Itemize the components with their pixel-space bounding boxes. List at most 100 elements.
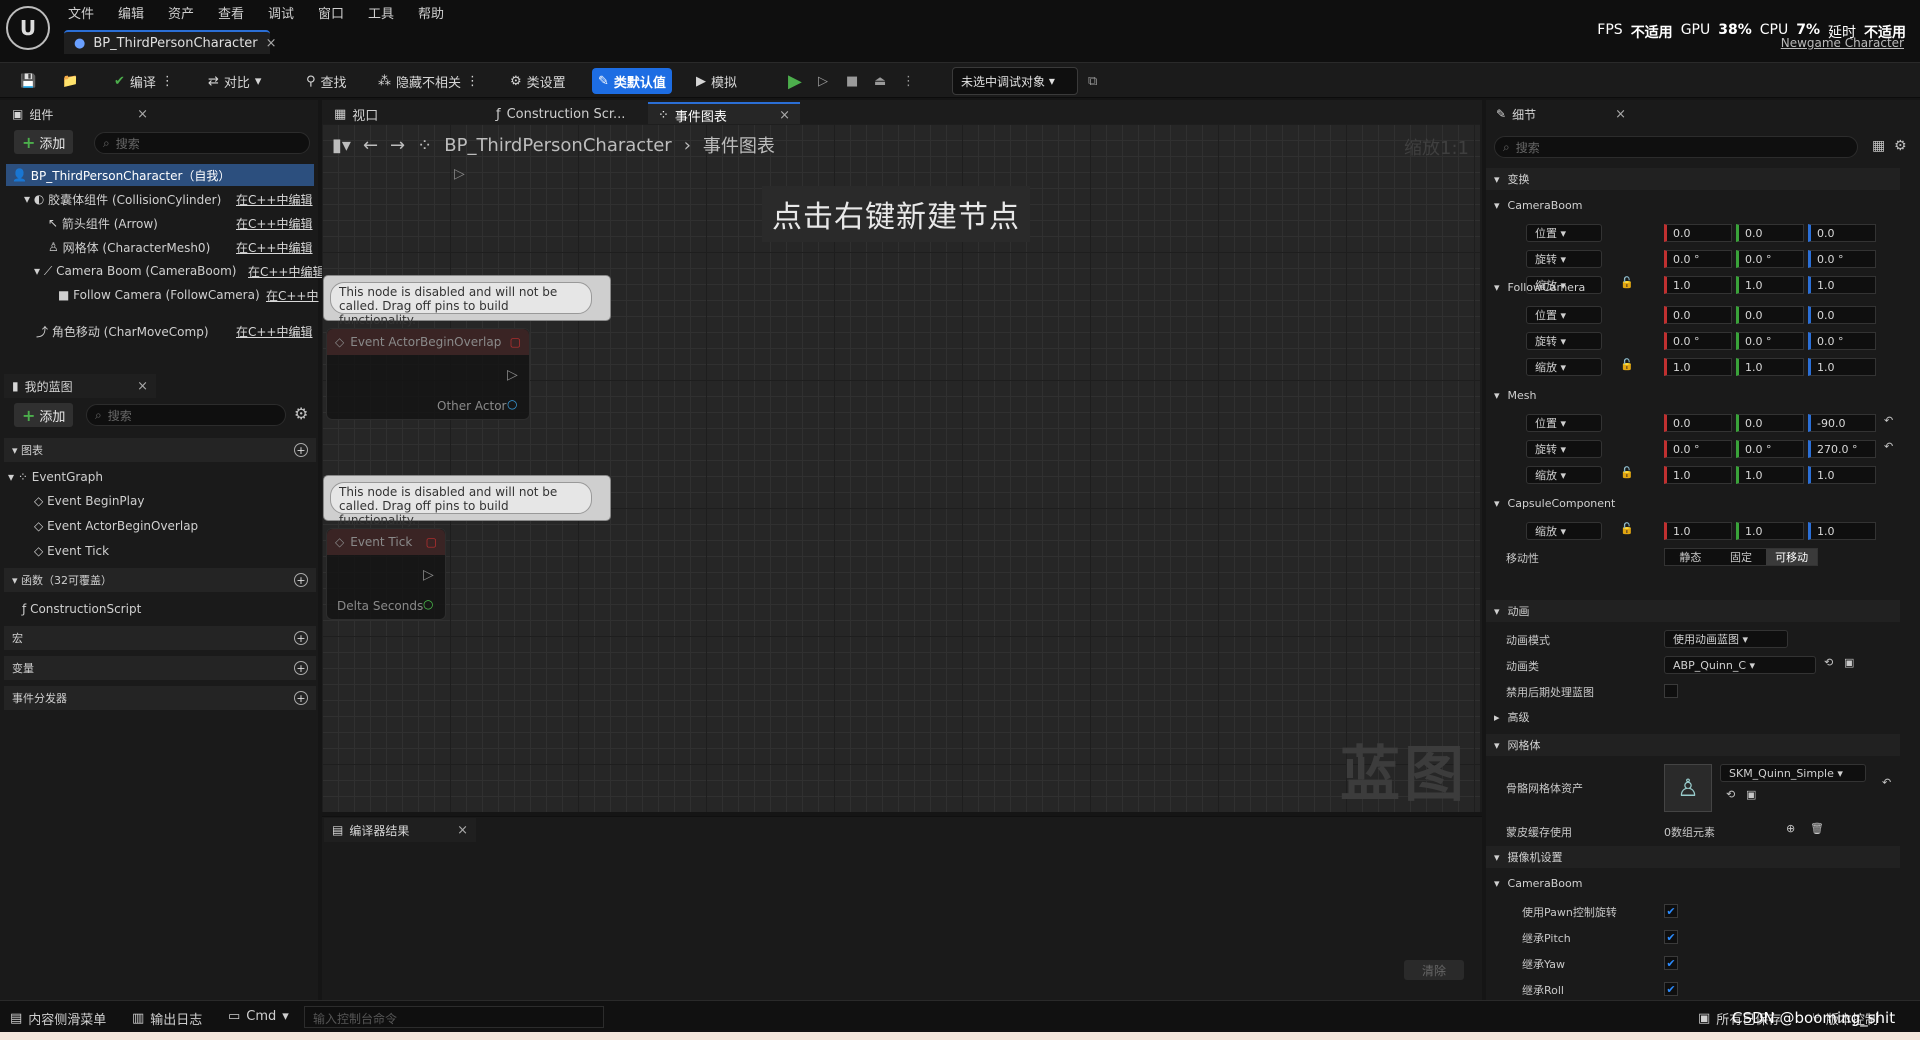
compile-button[interactable]: ✔ 编译 ⋮ (108, 68, 180, 94)
browse-icon[interactable]: 📁 (56, 68, 84, 94)
y-field[interactable]: 0.0 ° (1736, 250, 1804, 268)
lock-icon[interactable]: 🔓 (1620, 358, 1634, 371)
x-field[interactable]: 0.0 (1664, 414, 1732, 432)
tree-item-charmove[interactable]: ⤴ 角色移动 (CharMoveComp) 在C++中编辑 (6, 320, 314, 342)
breadcrumb-graph[interactable]: 事件图表 (703, 132, 775, 158)
mobility-movable[interactable]: 可移动 (1766, 549, 1818, 565)
play-icon[interactable]: ▶ (782, 68, 808, 94)
simulate-button[interactable]: ▶ 模拟 (690, 68, 743, 94)
exec-pin-icon[interactable]: ▷ (454, 166, 465, 182)
z-field[interactable]: 0.0 ° (1808, 332, 1876, 350)
unreal-logo-icon[interactable]: U (6, 6, 50, 50)
parent-class-link[interactable]: Newgame Character (1781, 36, 1904, 50)
my-blueprint-search-input[interactable]: ⌕ 搜索 (86, 404, 286, 426)
exec-pin-icon[interactable]: ▷ (423, 567, 434, 583)
delegate-pin-icon[interactable]: ▢ (510, 335, 521, 349)
loc-mode-dropdown[interactable]: 位置 ▾ (1526, 414, 1602, 432)
node-event-actor-begin-overlap[interactable]: ◇ Event ActorBeginOverlap ▢ ▷ Other Actor … (326, 328, 530, 420)
x-field[interactable]: 1.0 (1664, 358, 1732, 376)
scale-mode-dropdown[interactable]: 缩放 ▾ (1526, 358, 1602, 376)
section-dispatchers[interactable]: 事件分发器 + (4, 686, 316, 710)
loc-mode-dropdown[interactable]: 位置 ▾ (1526, 224, 1602, 242)
y-field[interactable]: 0.0 (1736, 224, 1804, 242)
edit-in-cpp-link[interactable]: 在C++中编辑 (236, 191, 313, 208)
use-selected-icon[interactable]: ⟲ (1824, 656, 1833, 669)
y-field[interactable]: 0.0 ° (1736, 440, 1804, 458)
gear-icon[interactable]: ⚙ (294, 404, 308, 423)
add-circle-icon[interactable]: + (294, 443, 308, 457)
x-field[interactable]: 0.0 (1664, 306, 1732, 324)
menu-assets[interactable]: 资产 (168, 3, 194, 22)
object-pin-icon[interactable]: ○ (507, 397, 517, 411)
forward-arrow-icon[interactable]: → (390, 135, 405, 156)
z-field[interactable]: 270.0 ° (1808, 440, 1876, 458)
details-search-input[interactable]: ⌕ 搜索 (1494, 136, 1858, 158)
event-item-beginplay[interactable]: ◇ Event BeginPlay (6, 490, 314, 512)
add-circle-icon[interactable]: + (294, 691, 308, 705)
subcategory-capsule[interactable]: ▾ CapsuleComponent (1486, 492, 1900, 514)
z-field[interactable]: 0.0 (1808, 306, 1876, 324)
menu-file[interactable]: 文件 (68, 3, 94, 22)
tree-item-mesh[interactable]: ♙ 网格体 (CharacterMesh0) 在C++中编辑 (6, 236, 314, 258)
lock-icon[interactable]: 🔓 (1620, 522, 1634, 535)
browse-icon[interactable]: ▣ (1746, 788, 1756, 801)
menu-tools[interactable]: 工具 (368, 3, 394, 22)
my-blueprint-tab[interactable]: ▮ 我的蓝图 × (4, 374, 156, 398)
components-tab[interactable]: ▣ 组件 × (4, 102, 156, 126)
subcategory-followcamera[interactable]: ▾ FollowCamera (1486, 276, 1900, 298)
z-field[interactable]: 1.0 (1808, 466, 1876, 484)
y-field[interactable]: 0.0 ° (1736, 332, 1804, 350)
scale-mode-dropdown[interactable]: 缩放 ▾ (1526, 466, 1602, 484)
reset-icon[interactable]: ↶ (1884, 414, 1893, 427)
y-field[interactable]: 1.0 (1736, 358, 1804, 376)
eject-icon[interactable]: ⏏ (868, 68, 892, 94)
section-macros[interactable]: 宏 + (4, 626, 316, 650)
bookmark-icon[interactable]: ▮▾ (332, 135, 351, 156)
loc-mode-dropdown[interactable]: 位置 ▾ (1526, 306, 1602, 324)
event-item-overlap[interactable]: ◇ Event ActorBeginOverlap (6, 515, 314, 537)
class-settings-button[interactable]: ⚙ 类设置 (504, 68, 572, 94)
inherit-pitch-checkbox[interactable]: ✔ (1664, 930, 1678, 944)
tree-item-self[interactable]: 👤 BP_ThirdPersonCharacter（自我） (6, 164, 314, 186)
reset-icon[interactable]: ↶ (1884, 440, 1893, 453)
add-circle-icon[interactable]: + (294, 631, 308, 645)
add-circle-icon[interactable]: ⊕ (1786, 822, 1795, 835)
output-log-button[interactable]: ▥ 输出日志 (132, 1009, 202, 1028)
subcategory-cameraboom[interactable]: ▾ CameraBoom (1486, 194, 1900, 216)
subcategory-mesh[interactable]: ▾ Mesh (1486, 384, 1900, 406)
category-transform[interactable]: ▾ 变换 (1486, 168, 1900, 190)
use-selected-icon[interactable]: ⟲ (1726, 788, 1735, 801)
x-field[interactable]: 0.0 (1664, 224, 1732, 242)
z-field[interactable]: 0.0 (1808, 224, 1876, 242)
section-variables[interactable]: 变量 + (4, 656, 316, 680)
save-icon[interactable]: 💾 (14, 68, 42, 94)
inherit-yaw-checkbox[interactable]: ✔ (1664, 956, 1678, 970)
compiler-results-tab[interactable]: ▤ 编译器结果 × (324, 818, 476, 842)
details-tab[interactable]: ✎ 细节 × (1488, 102, 1634, 126)
back-arrow-icon[interactable]: ← (363, 135, 378, 156)
debug-select-icon[interactable]: ⧉ (1082, 68, 1103, 94)
close-icon[interactable]: × (457, 823, 468, 838)
section-graphs[interactable]: ▾ 图表 + (4, 438, 316, 462)
tree-item-cameraboom[interactable]: ▾ ⟋ Camera Boom (CameraBoom) 在C++中编辑 (6, 260, 325, 282)
cmd-dropdown[interactable]: ▭ Cmd ▾ (228, 1009, 289, 1024)
breadcrumb-blueprint[interactable]: BP_ThirdPersonCharacter (444, 135, 671, 156)
menu-window[interactable]: 窗口 (318, 3, 344, 22)
menu-view[interactable]: 查看 (218, 3, 244, 22)
x-field[interactable]: 0.0 ° (1664, 250, 1732, 268)
anim-mode-dropdown[interactable]: 使用动画蓝图 ▾ (1664, 630, 1788, 648)
z-field[interactable]: -90.0 (1808, 414, 1876, 432)
graph-item-eventgraph[interactable]: ▾ ⁘ EventGraph (6, 466, 314, 488)
exec-pin-icon[interactable]: ▷ (507, 367, 518, 383)
tree-item-capsule[interactable]: ▾ ◐ 胶囊体组件 (CollisionCylinder) 在C++中编辑 (6, 188, 314, 210)
menu-help[interactable]: 帮助 (418, 3, 444, 22)
console-input[interactable]: 输入控制台命令 (304, 1006, 604, 1028)
y-field[interactable]: 0.0 (1736, 414, 1804, 432)
node-event-tick[interactable]: ◇ Event Tick ▢ ▷ Delta Seconds ○ (326, 528, 446, 620)
add-member-button[interactable]: + 添加 (14, 403, 74, 427)
close-icon[interactable]: × (137, 107, 148, 122)
hide-unrelated-button[interactable]: ⁂ 隐藏不相关 ⋮ (372, 68, 485, 94)
y-field[interactable]: 0.0 (1736, 306, 1804, 324)
edit-in-cpp-link[interactable]: 在C++中编辑 (236, 215, 313, 232)
add-circle-icon[interactable]: + (294, 661, 308, 675)
